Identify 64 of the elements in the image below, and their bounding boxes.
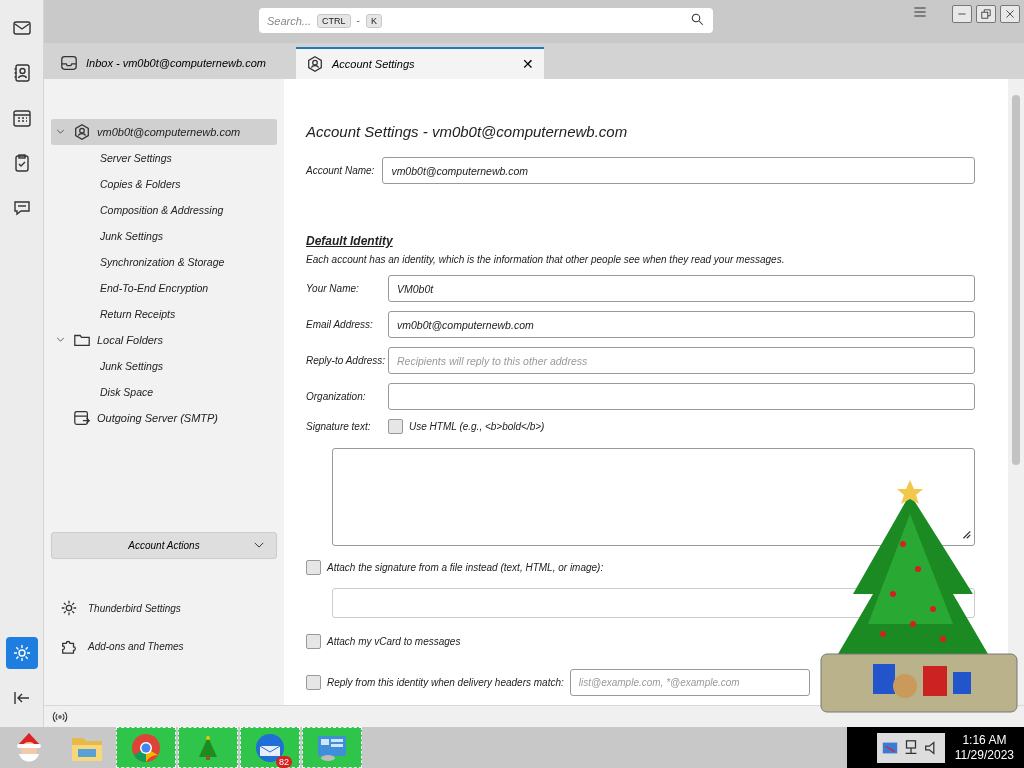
account-icon [306,55,324,73]
clock-time: 1:16 AM [961,732,1008,748]
tab[interactable]: Inbox - vm0b0t@computernewb.com [50,47,292,79]
restore-button[interactable] [976,4,996,23]
scrollbar-thumb[interactable] [1012,95,1020,465]
mail-icon [11,18,32,38]
tab[interactable]: Account Settings ✕ [296,47,544,79]
field-label: Email Address: [306,319,374,330]
field-label: Organization: [306,391,367,402]
tree-item[interactable]: Server Settings [51,145,277,171]
calendar-icon [11,108,32,128]
input-field[interactable]: vm0b0t@computernewb.com [388,311,975,338]
checkbox-label: Use HTML (e.g., <b>bold</b>) [409,421,545,432]
checkbox-label: Attach my vCard to messages [327,636,461,647]
tree-item[interactable]: Outgoing Server (SMTP) [51,405,277,431]
account-actions-button[interactable]: Account Actions [51,532,277,559]
field-label: Reply-to Address: [306,355,387,366]
account-name-field[interactable]: vm0b0t@computernewb.com [382,157,975,184]
restore-icon [980,7,992,20]
tree-item[interactable]: Local Folders [51,327,277,353]
checkbox[interactable] [306,560,321,575]
settings-icon [11,643,32,663]
tree-item[interactable]: Junk Settings [51,353,277,379]
field-label: Your Name: [306,283,360,294]
minimize-button[interactable] [952,4,972,23]
search-icon [690,11,705,27]
checkbox[interactable] [306,634,321,649]
field-label: Signature text: [306,421,372,432]
settings-icon [60,599,78,617]
checkbox-label: Attach the signature from a file instead (text, HTML, or image): [327,562,604,573]
section-heading: Default Identity [306,234,394,248]
outbox-icon [73,409,91,427]
chat-icon [11,198,32,218]
checkbox-label: Reply from this identity when delivery headers match: [327,677,564,688]
sidebar-link[interactable]: Thunderbird Settings [60,599,184,617]
input-field[interactable] [388,383,975,410]
close-icon [1004,7,1016,20]
inbox-icon [60,54,78,72]
menu-icon [912,4,928,20]
tree-item[interactable]: vm0b0t@computernewb.com [51,119,277,145]
field-label: Account Name: [306,165,375,176]
page-title: Account Settings - vm0b0t@computernewb.com [306,123,629,140]
tree-item[interactable]: Composition & Addressing [51,197,277,223]
tree-item[interactable]: Return Receipts [51,301,277,327]
signature-textarea[interactable] [332,448,975,546]
sidebar-link[interactable]: Add-ons and Themes [60,637,184,655]
settings-button[interactable] [5,637,38,669]
checkbox[interactable] [306,675,321,690]
tree-item[interactable]: Disk Space [51,379,277,405]
search-field[interactable]: Search... CTRL - K [259,8,713,33]
browser-icon[interactable] [131,732,161,763]
section-description: Each account has an identity, which is the information that other people see when they read your messages. [306,254,786,265]
tree-item[interactable]: Synchronization & Storage [51,249,277,275]
tree-icon[interactable] [197,734,219,761]
tree-item[interactable]: Junk Settings [51,223,277,249]
resize-grip-icon [960,528,972,540]
tree-item[interactable]: Copies & Folders [51,171,277,197]
tree-item[interactable]: End-To-End Encryption [51,275,277,301]
account-icon [73,123,91,141]
checkbox[interactable] [388,419,403,434]
input-field[interactable]: VM0b0t [388,275,975,302]
close-tab-icon[interactable]: ✕ [522,56,534,72]
close-button[interactable] [1000,4,1020,23]
clock-date: 11/29/2023 [954,747,1014,763]
